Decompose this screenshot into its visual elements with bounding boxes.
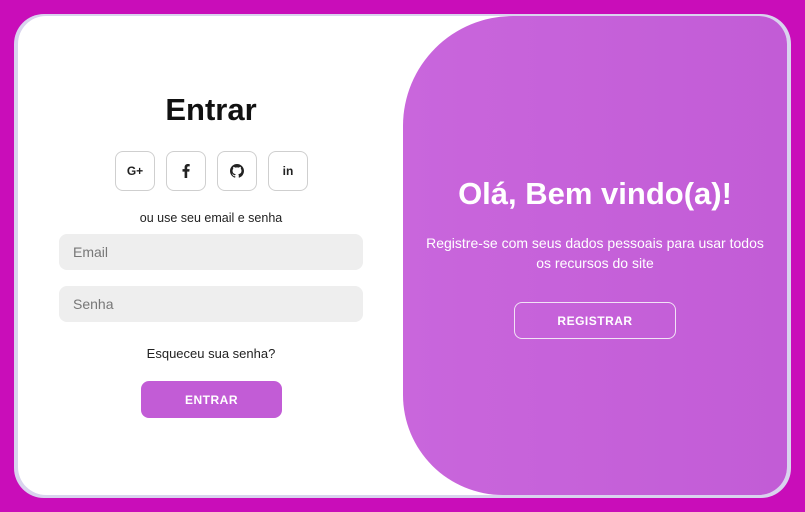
facebook-button[interactable] — [166, 151, 206, 191]
register-button[interactable]: REGISTRAR — [514, 302, 676, 339]
welcome-subtitle: Registre-se com seus dados pessoais para… — [426, 235, 764, 271]
welcome-title: Olá, Bem vindo(a)! — [458, 176, 732, 211]
register-panel: Olá, Bem vindo(a)! Registre-se com seus … — [403, 16, 787, 495]
forgot-password-link[interactable]: Esqueceu sua senha? — [18, 346, 404, 361]
auth-card: Entrar G+ in ou use seu email e senha Em… — [18, 16, 787, 495]
github-icon — [230, 164, 244, 178]
linkedin-icon: in — [282, 164, 294, 178]
login-title: Entrar — [165, 92, 257, 127]
social-login-row: G+ in — [115, 151, 308, 191]
github-button[interactable] — [217, 151, 257, 191]
login-button[interactable]: ENTRAR — [141, 381, 282, 418]
linkedin-button[interactable]: in — [268, 151, 308, 191]
password-input[interactable] — [59, 286, 363, 322]
alt-login-hint: ou use seu email e senha — [139, 211, 283, 225]
login-form-panel: Entrar G+ in ou use seu email e senha Em… — [18, 16, 404, 495]
google-plus-icon: G+ — [126, 164, 144, 178]
facebook-icon — [182, 164, 190, 178]
google-plus-button[interactable]: G+ — [115, 151, 155, 191]
email-input[interactable] — [59, 234, 363, 270]
